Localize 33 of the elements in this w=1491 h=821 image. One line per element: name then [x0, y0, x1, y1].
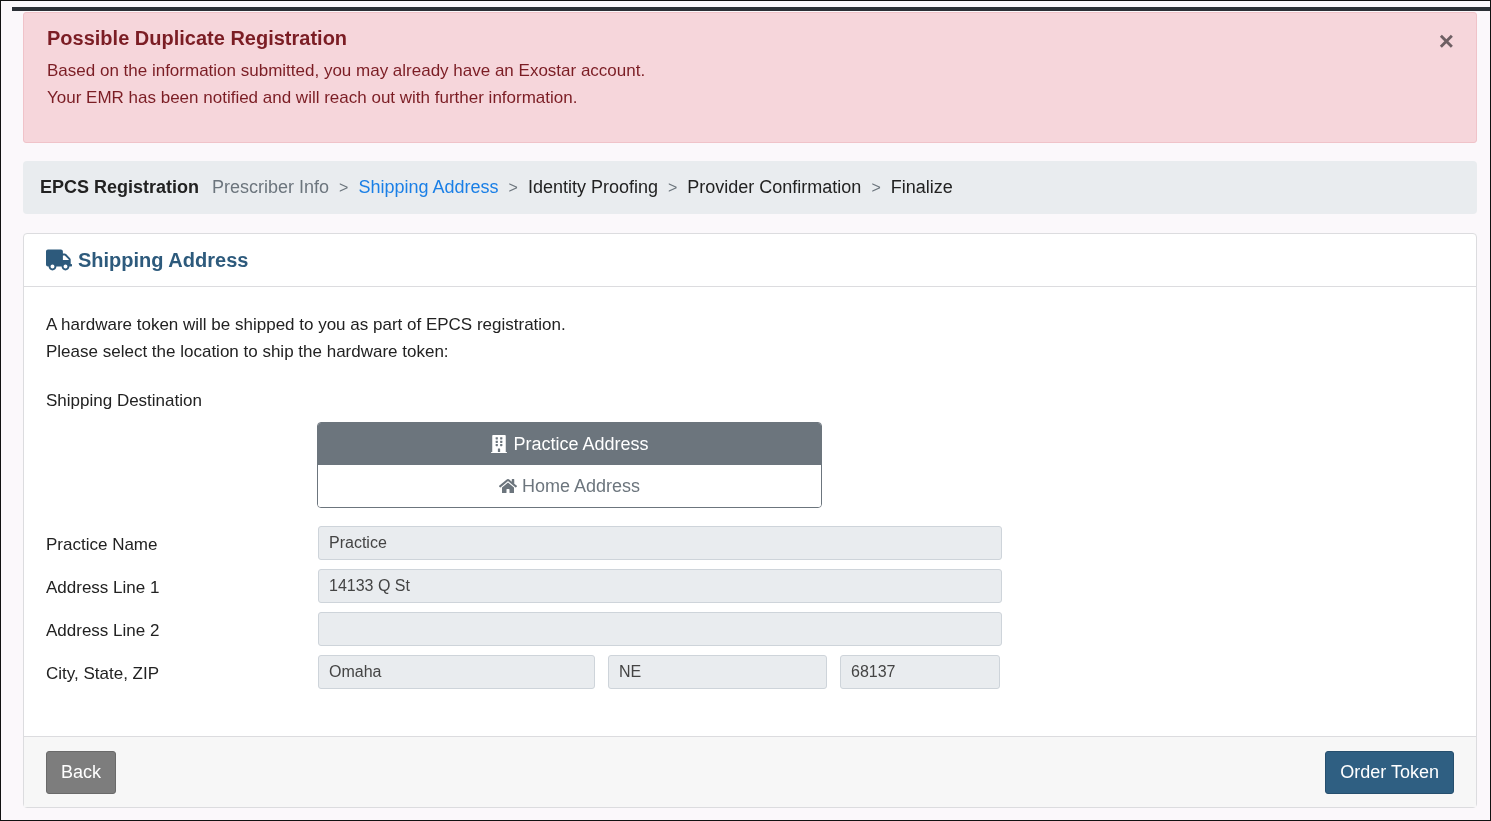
breadcrumb-step[interactable]: Provider Confirmation	[687, 177, 862, 198]
alert-title: Possible Duplicate Registration	[47, 27, 348, 50]
breadcrumb-separator: >	[667, 178, 678, 197]
input-field[interactable]: 68137	[840, 655, 1000, 689]
home-icon	[498, 477, 517, 495]
input-field[interactable]: Omaha	[318, 655, 595, 689]
building-icon	[490, 435, 509, 453]
alert-message: Your EMR has been notified and will reach out with further information.	[47, 87, 578, 108]
field-label: Shipping Destination	[46, 391, 203, 411]
breadcrumb-separator: >	[508, 178, 518, 197]
input-field[interactable]: 14133 Q St	[318, 569, 1002, 603]
field-label: Practice Name	[46, 534, 159, 555]
close-button[interactable]: ×	[1438, 29, 1454, 53]
input-field[interactable]: NE	[608, 655, 827, 689]
breadcrumb-step[interactable]: Prescriber Info	[212, 177, 330, 198]
breadcrumb-step[interactable]: Finalize	[890, 177, 953, 198]
input-field[interactable]: Practice	[318, 526, 1002, 560]
intro-text: Please select the location to ship the hardware token:	[46, 341, 450, 363]
destination-option[interactable]: Practice Address	[318, 423, 821, 465]
order-token-button[interactable]: Order Token	[1325, 750, 1454, 794]
breadcrumb-separator: >	[871, 178, 881, 197]
truck-icon	[46, 249, 72, 271]
input-field[interactable]	[318, 612, 1002, 646]
card-title: Shipping Address	[78, 248, 249, 272]
back-button[interactable]: Back	[46, 750, 117, 794]
breadcrumb-title: EPCS Registration	[40, 177, 200, 198]
breadcrumb-step[interactable]: Identity Proofing	[527, 177, 658, 198]
field-label: City, State, ZIP	[46, 663, 161, 684]
field-label: Address Line 2	[46, 620, 161, 641]
intro-text: A hardware token will be shipped to you as part of EPCS registration.	[46, 314, 567, 336]
field-label: Address Line 1	[46, 577, 161, 598]
breadcrumb-separator: >	[339, 178, 349, 197]
alert-message: Based on the information submitted, you may already have an Exostar account.	[47, 60, 646, 81]
